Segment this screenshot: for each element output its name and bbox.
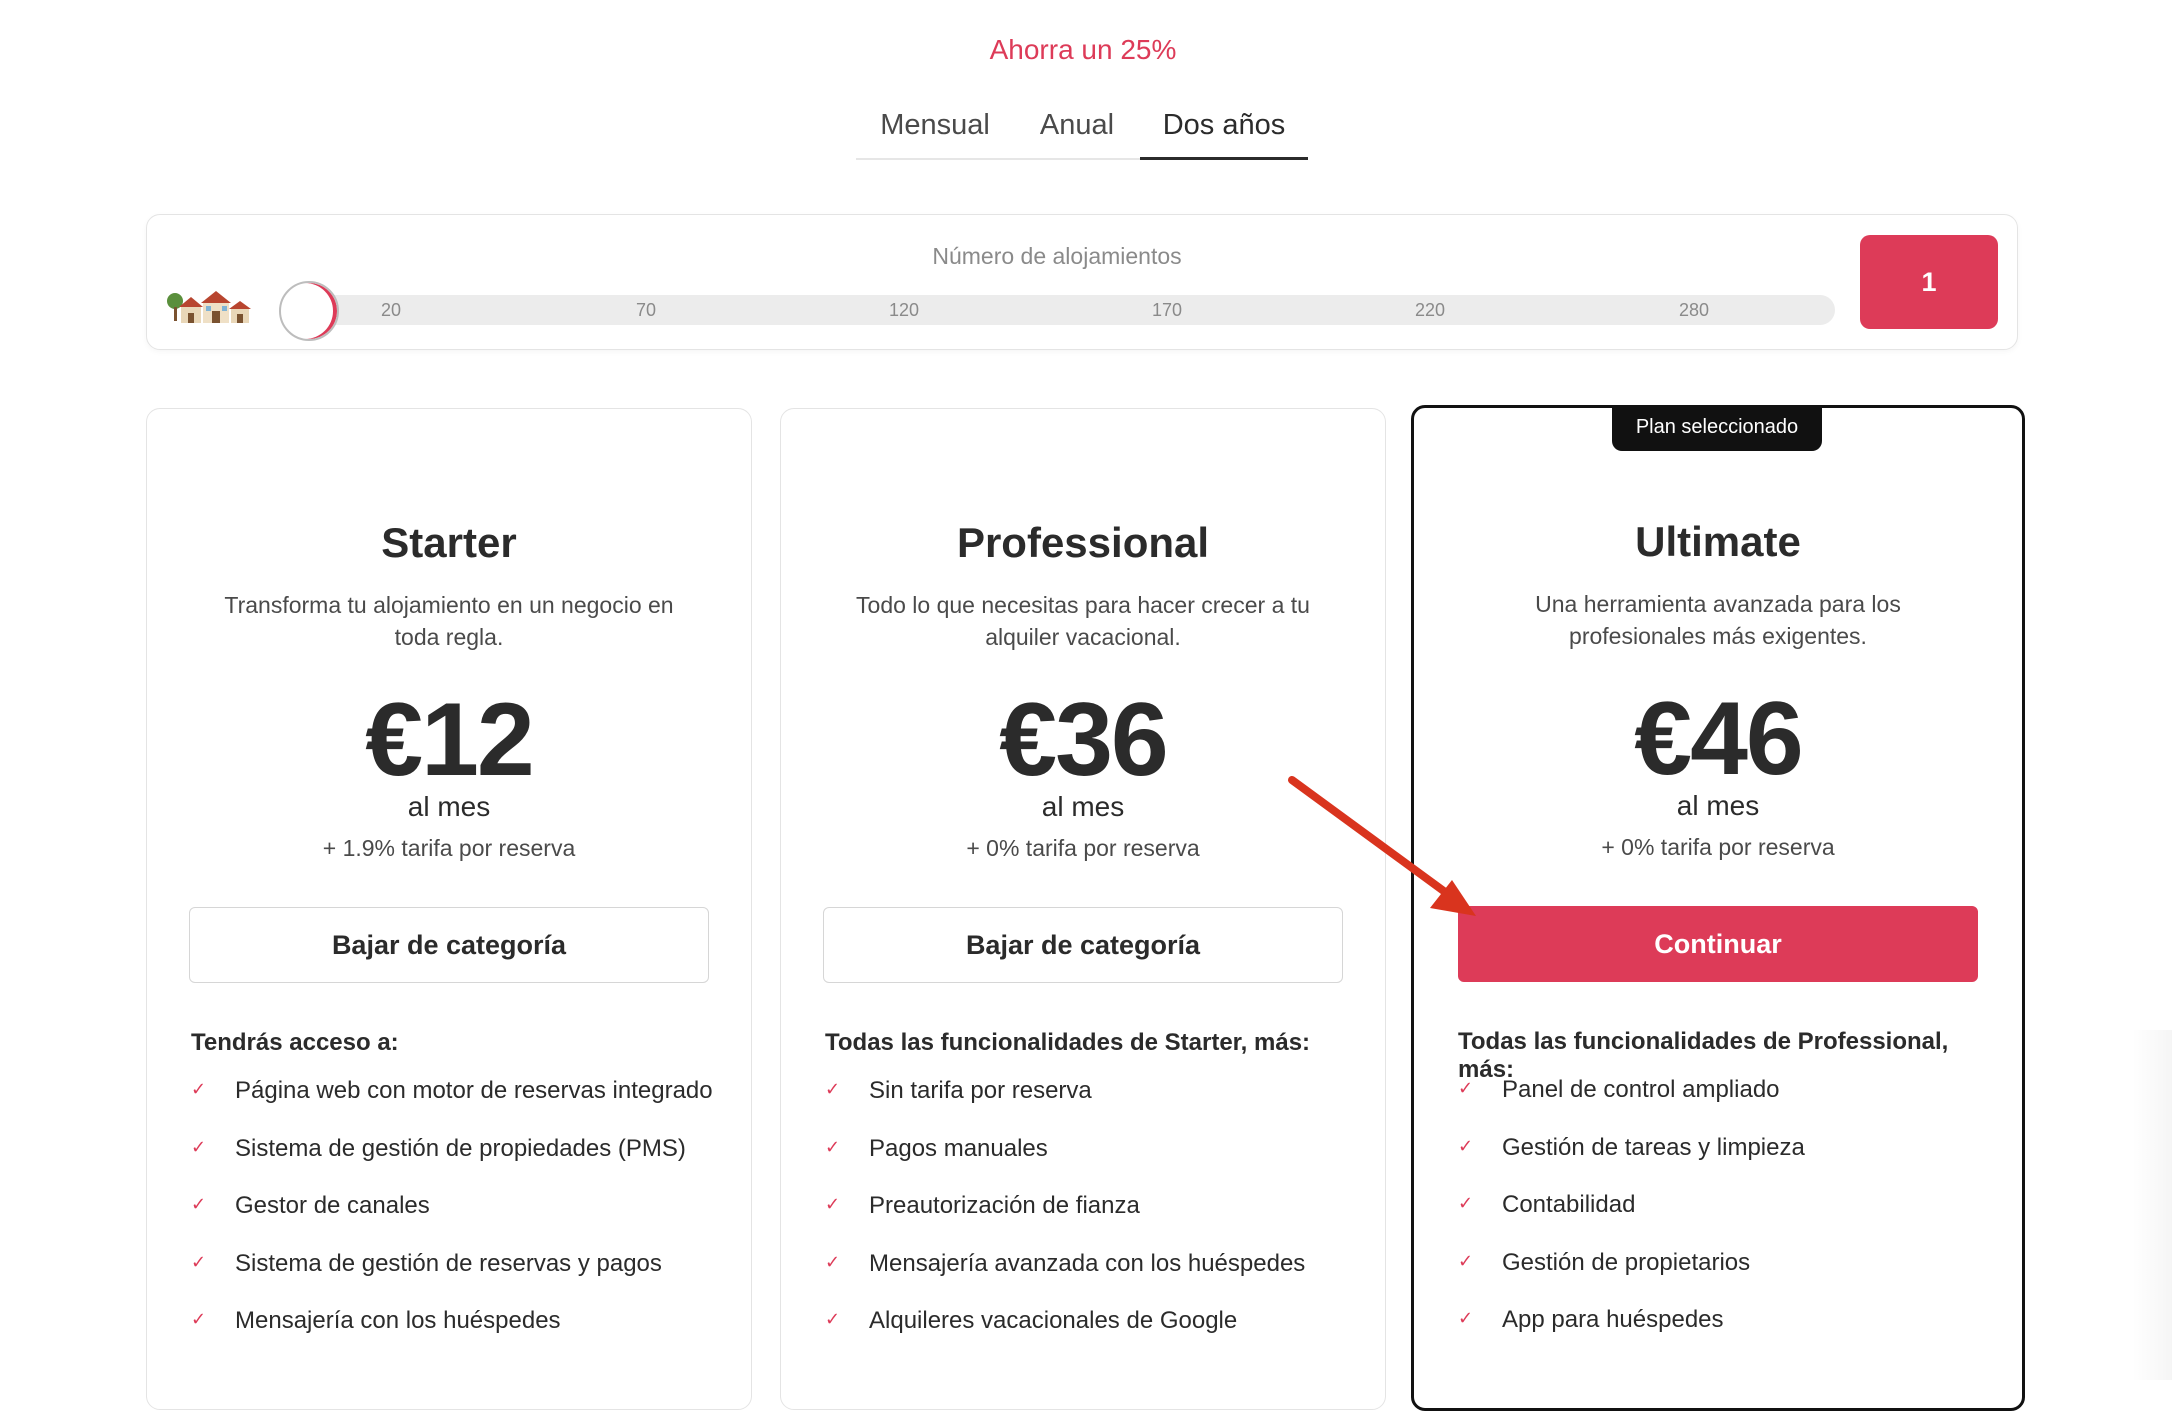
features-heading: Tendrás acceso a: [191,1029,399,1056]
plan-description: Una herramienta avanzada para los profes… [1535,591,1901,649]
feature-list: ✓ Página web con motor de reservas integr… [191,1077,713,1365]
feature-label: App para huéspedes [1502,1306,1724,1333]
check-icon: ✓ [191,1194,207,1214]
slider-tick: 280 [1678,300,1710,320]
list-item: ✓ Sistema de gestión de reservas y pagos [191,1250,713,1308]
booking-fee: + 1.9% tarifa por reserva [322,835,576,861]
check-icon: ✓ [825,1194,841,1214]
feature-label: Panel de control ampliado [1502,1076,1780,1103]
list-item: ✓ Mensajería con los huéspedes [191,1307,713,1365]
feature-label: Gestor de canales [235,1192,430,1219]
list-item: ✓ Pagos manuales [825,1135,1305,1193]
feature-label: Gestión de tareas y limpieza [1502,1133,1805,1161]
tab-mensual[interactable]: Mensual [856,100,1014,158]
plan-price: €46 [1634,681,1804,797]
slider-tick: 170 [1151,300,1183,320]
downgrade-button[interactable]: Bajar de categoría [823,907,1343,983]
features-heading: Todas las funcionalidades de Starter, má… [825,1029,1311,1056]
list-item: ✓ Contabilidad [1458,1191,1805,1249]
list-item: ✓ Gestor de canales [191,1192,713,1250]
plan-card-starter: Starter Transforma tu alojamiento en un … [146,408,752,1410]
tab-anual[interactable]: Anual [1014,100,1140,158]
feature-label: Sin tarifa por reserva [869,1077,1092,1104]
slider-tick: 120 [888,300,920,320]
feature-label: Mensajería con los huéspedes [235,1307,561,1334]
downgrade-button[interactable]: Bajar de categoría [189,907,709,983]
feature-label: Mensajería avanzada con los huéspedes [869,1249,1306,1277]
list-item: ✓ Gestión de tareas y limpieza [1458,1134,1805,1192]
plan-name: Professional [956,519,1210,566]
list-item: ✓ App para huéspedes [1458,1306,1805,1364]
accommodations-slider-card: Número de alojamientos 20 70 120 170 220… [146,214,2018,350]
list-item: ✓ Sistema de gestión de propiedades (PMS) [191,1135,713,1193]
booking-fee: + 0% tarifa por reserva [1601,834,1835,860]
continue-button[interactable]: Continuar [1458,906,1978,982]
list-item: ✓ Preautorización de fianza [825,1192,1305,1250]
list-item: ✓ Mensajería avanzada con los huéspedes [825,1250,1305,1308]
plan-name: Starter [381,519,517,566]
check-icon: ✓ [191,1079,207,1099]
price-period: al mes [407,791,491,822]
page-edge-shadow [2132,1030,2172,1380]
list-item: ✓ Panel de control ampliado [1458,1076,1805,1134]
list-item: ✓ Página web con motor de reservas integr… [191,1077,713,1135]
plan-description: Transforma tu alojamiento en un negocio … [224,592,674,650]
plan-name: Ultimate [1635,518,1801,565]
slider-tick: 20 [380,300,402,320]
feature-label: Alquileres vacacionales de Google [869,1307,1238,1334]
check-icon: ✓ [825,1136,841,1157]
check-icon: ✓ [825,1309,841,1329]
billing-period-tabs: Mensual Anual Dos años [856,100,1308,160]
plan-card-ultimate: Plan seleccionado Ultimate Una herramien… [1411,405,2025,1411]
check-icon: ✓ [1458,1250,1474,1271]
check-icon: ✓ [191,1251,207,1272]
slider-tick: 70 [635,300,657,320]
check-icon: ✓ [1458,1135,1474,1156]
slider-track[interactable]: 20 70 120 170 220 280 [279,295,1835,325]
plan-price: €12 [365,682,535,798]
check-icon: ✓ [1458,1078,1474,1098]
selected-plan-badge: Plan seleccionado [1612,405,1822,451]
check-icon: ✓ [191,1136,207,1157]
plan-description: Todo lo que necesitas para hacer crecer … [856,592,1310,650]
feature-list: ✓ Sin tarifa por reserva ✓ Pagos manuales … [825,1077,1305,1365]
check-icon: ✓ [1458,1308,1474,1328]
check-icon: ✓ [825,1079,841,1099]
list-item: ✓ Gestión de propietarios [1458,1249,1805,1307]
feature-label: Gestión de propietarios [1502,1248,1751,1276]
accommodations-count[interactable]: 1 [1860,235,1998,329]
slider-title: Número de alojamientos [932,243,1182,269]
list-item: ✓ Alquileres vacacionales de Google [825,1307,1305,1365]
check-icon: ✓ [191,1309,207,1329]
slider-handle[interactable] [279,281,339,341]
feature-label: Página web con motor de reservas integra… [235,1077,713,1104]
savings-label: Ahorra un 25% [989,34,1177,65]
tab-dos-anos[interactable]: Dos años [1140,100,1308,160]
list-item: ✓ Sin tarifa por reserva [825,1077,1305,1135]
feature-label: Pagos manuales [869,1134,1048,1162]
feature-label: Preautorización de fianza [869,1192,1140,1219]
feature-list: ✓ Panel de control ampliado ✓ Gestión de t… [1458,1076,1805,1364]
feature-label: Sistema de gestión de propiedades (PMS) [235,1134,686,1162]
houses-icon [167,291,251,323]
check-icon: ✓ [825,1251,841,1272]
check-icon: ✓ [1458,1193,1474,1213]
annotation-arrow-icon [1288,776,1476,916]
feature-label: Sistema de gestión de reservas y pagos [235,1249,662,1277]
slider-tick: 220 [1414,300,1446,320]
feature-label: Contabilidad [1502,1191,1636,1218]
price-period: al mes [1676,790,1760,821]
